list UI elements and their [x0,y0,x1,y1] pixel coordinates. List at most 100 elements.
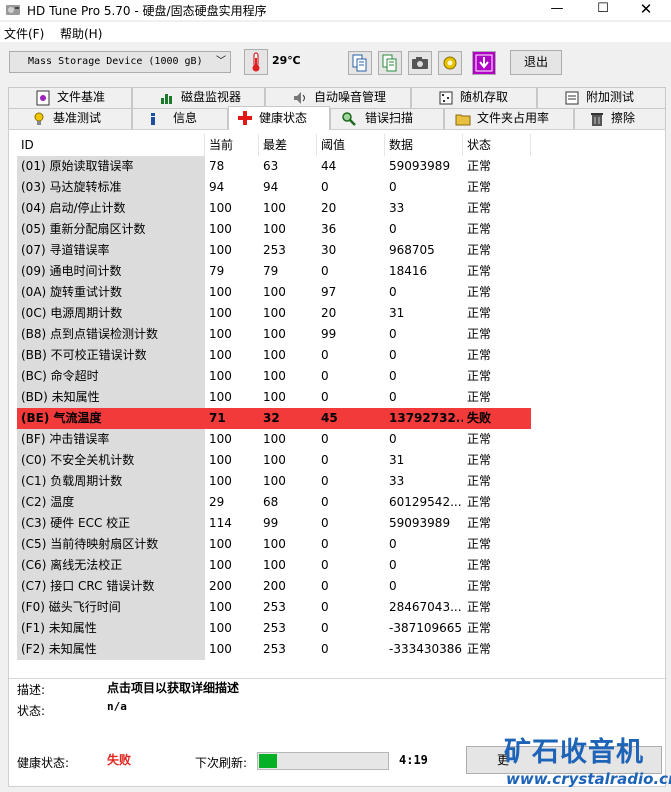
tab-error-scan[interactable]: 错误扫描 [330,108,444,129]
table-row[interactable]: (BF) 冲击错误率 100 100 0 0 正常 [17,429,531,450]
cell-status: 正常 [467,516,492,530]
cell-threshold: 0 [321,558,329,572]
tab-label: 附加测试 [586,90,635,104]
table-row[interactable]: (BC) 命令超时 100 100 0 0 正常 [17,366,531,387]
cell-threshold: 30 [321,243,337,257]
table-row[interactable]: (C6) 离线无法校正 100 100 0 0 正常 [17,555,531,576]
table-row[interactable]: (F1) 未知属性 100 253 0 -387109665 正常 [17,618,531,639]
cell-id: (09) 通电时间计数 [17,261,205,282]
cell-worst: 100 [263,201,286,215]
cell-status: 正常 [467,642,492,656]
table-row[interactable]: (C2) 温度 29 68 0 60129542... 正常 [17,492,531,513]
cell-current: 100 [209,558,232,572]
maximize-button[interactable]: ☐ [585,0,621,20]
cell-status: 正常 [467,180,492,194]
table-row[interactable]: (09) 通电时间计数 79 79 0 18416 正常 [17,261,531,282]
cell-current: 100 [209,600,232,614]
tab-benchmark[interactable]: 基准测试 [8,108,132,129]
screenshot-button[interactable] [408,51,432,75]
cell-data: 59093989 [389,159,451,173]
tab-row-bottom: 基准测试 信息 健康状态 错误扫描 文件夹占用率 擦除 [8,106,666,130]
column-header-status[interactable]: 状态 [463,134,531,156]
table-row[interactable]: (04) 启动/停止计数 100 100 20 33 正常 [17,198,531,219]
cell-current: 100 [209,222,232,236]
tab-random-access[interactable]: 随机存取 [411,87,537,108]
tab-label: 信息 [173,111,198,125]
exit-button[interactable]: 退出 [510,50,562,75]
cell-worst: 79 [263,264,279,278]
cell-status: 正常 [467,159,492,173]
info-icon [151,113,155,125]
copy-info-button[interactable] [348,51,372,75]
table-row[interactable]: (C7) 接口 CRC 错误计数 200 200 0 0 正常 [17,576,531,597]
tab-label: 随机存取 [460,90,509,104]
column-header-worst[interactable]: 最差 [259,134,317,156]
cell-current: 71 [209,411,226,425]
table-row[interactable]: (01) 原始读取错误率 78 63 44 59093989 正常 [17,156,531,177]
table-row[interactable]: (0A) 旋转重试计数 100 100 97 0 正常 [17,282,531,303]
cell-id: (F2) 未知属性 [17,639,205,660]
cell-current: 29 [209,495,225,509]
menu-file[interactable]: 文件(F) [4,25,44,42]
cell-status: 正常 [467,348,492,362]
menu-help[interactable]: 帮助(H) [60,25,102,42]
cell-id: (01) 原始读取错误率 [17,156,205,177]
tab-folder-usage[interactable]: 文件夹占用率 [444,108,574,129]
smart-table[interactable]: ID 当前 最差 阈值 数据 状态 (01) 原始读取错误率 78 63 44 5909… [17,134,531,660]
cell-data: 0 [389,537,397,551]
tab-aam[interactable]: 自动噪音管理 [265,87,411,108]
chevron-down-icon: ﹀ [216,56,226,67]
cell-worst: 253 [263,642,286,656]
tab-disk-monitor[interactable]: 磁盘监视器 [132,87,265,108]
table-row-failed[interactable]: (BE) 气流温度 71 32 45 13792732... 失败 [17,408,531,429]
cell-id: (0A) 旋转重试计数 [17,282,205,303]
watermark-logo: 矿石收音机 www.crystalradio.cn [500,730,671,792]
table-row[interactable]: (F2) 未知属性 100 253 0 -333430386 正常 [17,639,531,660]
table-row[interactable]: (BD) 未知属性 100 100 0 0 正常 [17,387,531,408]
column-header-current[interactable]: 当前 [205,134,259,156]
table-row[interactable]: (BB) 不可校正错误计数 100 100 0 0 正常 [17,345,531,366]
table-row[interactable]: (03) 马达旋转标准 94 94 0 0 正常 [17,177,531,198]
cell-status: 正常 [467,243,492,257]
table-row[interactable]: (07) 寻道错误率 100 253 30 968705 正常 [17,240,531,261]
tab-erase[interactable]: 擦除 [574,108,666,129]
minimize-button[interactable]: — [539,0,575,20]
gear-icon [443,56,457,70]
cell-current: 100 [209,621,232,635]
column-header-id[interactable]: ID [17,134,205,156]
table-row[interactable]: (F0) 磁头飞行时间 100 253 0 28467043... 正常 [17,597,531,618]
cell-current: 100 [209,201,232,215]
device-select[interactable]: Mass Storage Device (1000 gB) ﹀ [9,51,231,73]
copy-icon [352,54,367,72]
table-row[interactable]: (C1) 负载周期计数 100 100 0 33 正常 [17,471,531,492]
table-row[interactable]: (05) 重新分配扇区计数 100 100 36 0 正常 [17,219,531,240]
column-header-data[interactable]: 数据 [385,134,463,156]
cell-id: (03) 马达旋转标准 [17,177,205,198]
table-row[interactable]: (0C) 电源周期计数 100 100 20 31 正常 [17,303,531,324]
tab-extra-tests[interactable]: 附加测试 [537,87,666,108]
cell-threshold: 0 [321,621,329,635]
options-button[interactable] [438,51,462,75]
tab-file-benchmark[interactable]: 文件基准 [8,87,132,108]
cell-current: 100 [209,390,232,404]
cell-data: 0 [389,558,397,572]
cell-data: 0 [389,390,397,404]
cell-data: 0 [389,369,397,383]
cell-data: 60129542... [389,495,462,509]
tab-info[interactable]: 信息 [132,108,228,129]
watermark-name: 矿石收音机 [504,737,644,768]
cell-threshold: 44 [321,159,337,173]
trash-icon [591,113,603,126]
table-row[interactable]: (B8) 点到点错误检测计数 100 100 99 0 正常 [17,324,531,345]
cell-worst: 99 [263,516,279,530]
table-row[interactable]: (C3) 硬件 ECC 校正 114 99 0 59093989 正常 [17,513,531,534]
table-row[interactable]: (C5) 当前待映射扇区计数 100 100 0 0 正常 [17,534,531,555]
column-header-threshold[interactable]: 阈值 [317,134,385,156]
save-button[interactable] [472,51,496,75]
cell-id: (C1) 负载周期计数 [17,471,205,492]
copy-all-button[interactable] [378,51,402,75]
tab-health[interactable]: 健康状态 [228,106,330,130]
table-row[interactable]: (C0) 不安全关机计数 100 100 0 31 正常 [17,450,531,471]
speaker-icon [294,92,305,104]
close-button[interactable]: ✕ [628,0,664,20]
